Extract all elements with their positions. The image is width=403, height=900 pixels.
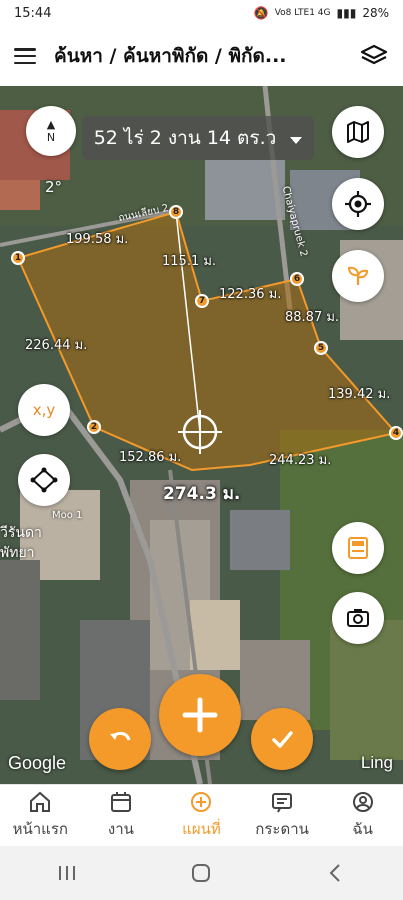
status-bar: 15:44 🔕 Vo8 LTE1 4G ▮▮▮ 28% (0, 0, 403, 26)
vertex-marker[interactable]: 8 (169, 205, 183, 219)
network-label: Vo8 LTE1 4G (274, 7, 331, 18)
vertex-marker[interactable]: 7 (195, 294, 209, 308)
nav-home[interactable]: หน้าแรก (0, 785, 81, 846)
area-summary-dropdown[interactable]: 52 ไร่ 2 งาน 14 ตร.ว (82, 116, 314, 160)
edge-distance-label: 115.1 ม. (162, 254, 217, 269)
compass-icon: ▲ (46, 118, 56, 131)
measure-distance: 274.3 ม. (163, 484, 241, 504)
my-location-button[interactable] (332, 178, 384, 230)
edge-distance-label: 122.36 ม. (219, 287, 282, 302)
home-button-icon[interactable] (190, 862, 212, 884)
edge-distance-label: 199.58 ม. (66, 232, 129, 247)
nav-map[interactable]: แผนที่ (161, 785, 242, 846)
check-icon (272, 731, 293, 748)
confirm-button[interactable] (251, 708, 313, 770)
nav-label: แผนที่ (182, 820, 221, 838)
vertex-marker[interactable]: 2 (87, 420, 101, 434)
plant-button[interactable] (332, 250, 384, 302)
google-logo: Google (8, 753, 67, 773)
coordinate-input-button[interactable]: x,y (18, 384, 70, 436)
nav-label: งาน (107, 820, 134, 838)
compass-degree: 2° (45, 178, 63, 196)
battery-label: 28% (362, 6, 389, 20)
place-label-line: พัทยา (0, 545, 35, 561)
edge-distance-label: 139.42 ม. (328, 387, 391, 402)
nav-label: ฉัน (352, 820, 373, 838)
menu-icon[interactable] (14, 48, 36, 64)
layers-icon[interactable] (359, 41, 389, 71)
undo-icon (110, 731, 131, 741)
nav-label: หน้าแรก (12, 820, 68, 838)
map-style-button[interactable] (332, 106, 384, 158)
nav-board[interactable]: กระดาน (242, 785, 323, 846)
add-point-button[interactable] (159, 674, 241, 756)
vertex-marker[interactable]: 1 (11, 251, 25, 265)
draw-polygon-button[interactable] (18, 454, 70, 506)
page-title: ค้นหา / ค้นหาพิกัด / พิกัด... (54, 45, 287, 67)
edge-distance-label: 226.44 ม. (25, 338, 88, 353)
nav-tasks[interactable]: งาน (81, 785, 162, 846)
chevron-down-icon (290, 136, 303, 144)
home-icon (30, 791, 51, 812)
map-icon (347, 121, 369, 143)
bottom-navigation: หน้าแรก งาน แผนที่ กระดาน ฉัน (0, 784, 403, 846)
mute-icon: 🔕 (253, 6, 269, 20)
board-icon (272, 793, 293, 813)
system-navigation (0, 846, 403, 900)
map-view[interactable]: 52 ไร่ 2 งาน 14 ตร.ว ▲ N 2° x,y 1 2 4 5 … (0, 86, 403, 784)
app-bar: ค้นหา / ค้นหาพิกัด / พิกัด... (0, 26, 403, 86)
vertex-marker[interactable]: 4 (389, 426, 403, 440)
vertex-marker[interactable]: 6 (290, 272, 304, 286)
calendar-icon (110, 792, 131, 812)
signal-icon: ▮▮▮ (336, 6, 357, 20)
map-plus-icon (191, 792, 212, 812)
camera-icon (347, 609, 369, 627)
edge-distance-label: 152.86 ม. (119, 450, 182, 465)
undo-button[interactable] (89, 708, 151, 770)
edge-distance-label: 88.87 ม. (285, 310, 340, 325)
back-icon[interactable] (325, 862, 347, 884)
polygon-icon (30, 467, 58, 493)
calculator-icon (348, 537, 368, 559)
status-time: 15:44 (14, 5, 52, 21)
sprout-icon (347, 266, 369, 285)
status-icons: 🔕 Vo8 LTE1 4G ▮▮▮ 28% (254, 6, 389, 20)
camera-button[interactable] (332, 592, 384, 644)
vertex-marker[interactable]: 5 (314, 341, 328, 355)
compass-button[interactable]: ▲ N (26, 106, 76, 156)
edge-distance-label: 244.23 ม. (269, 453, 332, 468)
user-icon (352, 792, 373, 812)
nav-profile[interactable]: ฉัน (322, 785, 403, 846)
area-text: 52 ไร่ 2 งาน 14 ตร.ว (93, 127, 277, 149)
street-label: Moo 1 (52, 510, 83, 521)
compass-letter: N (46, 131, 56, 144)
xy-label: x,y (32, 401, 56, 419)
recent-apps-icon[interactable] (56, 863, 78, 883)
place-label-line: วีรันดา (0, 525, 42, 541)
plus-icon (182, 697, 218, 733)
nav-label: กระดาน (255, 820, 309, 838)
calculator-button[interactable] (332, 522, 384, 574)
user-label: Ling (360, 753, 393, 772)
gps-target-icon (345, 191, 371, 217)
